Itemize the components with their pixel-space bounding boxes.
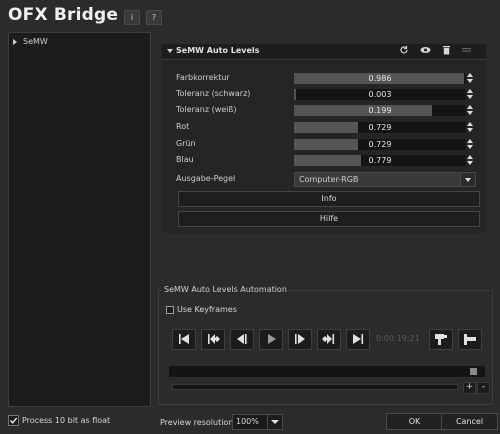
ok-button[interactable]: OK	[386, 413, 443, 430]
param-slider[interactable]: 0.003	[294, 89, 466, 100]
preview-resolution-select[interactable]: 100%	[232, 414, 270, 430]
increment-icon[interactable]	[467, 73, 473, 77]
previous-frame-button[interactable]	[230, 329, 254, 350]
param-slider[interactable]: 0.199	[294, 105, 466, 116]
next-keyframe-icon	[322, 334, 335, 344]
tree-item-semw[interactable]: SeMW	[13, 37, 48, 46]
param-slider[interactable]: 0.729	[294, 139, 466, 150]
decrement-icon[interactable]	[467, 79, 473, 83]
effect-panel-title: SeMW Auto Levels	[176, 46, 260, 55]
add-keyframe-button[interactable]	[429, 329, 453, 350]
decrement-icon[interactable]	[467, 161, 473, 165]
timeline-playhead[interactable]	[470, 368, 477, 375]
next-frame-icon	[295, 334, 305, 344]
increment-icon[interactable]	[467, 155, 473, 159]
decrement-icon[interactable]	[467, 111, 473, 115]
reset-icon[interactable]	[398, 45, 410, 57]
process-float-checkbox[interactable]	[8, 415, 19, 426]
collapse-arrow-icon[interactable]	[167, 49, 173, 53]
previous-keyframe-icon	[208, 334, 220, 344]
param-label: Grün	[176, 139, 196, 148]
preview-resolution-label: Preview resolution	[160, 418, 234, 427]
timecode-display: 0:00:19;21	[376, 334, 420, 343]
tree-item-label: SeMW	[23, 37, 48, 46]
info-button[interactable]: i	[124, 10, 140, 25]
param-label: Rot	[176, 122, 190, 131]
keyframe-interpolation-button[interactable]	[458, 329, 482, 350]
app-title: OFX Bridge	[8, 5, 119, 25]
param-label: Toleranz (weiß)	[176, 105, 237, 114]
increment-icon[interactable]	[467, 89, 473, 93]
play-icon	[268, 334, 276, 344]
decrement-icon[interactable]	[467, 95, 473, 99]
next-keyframe-button[interactable]	[317, 329, 341, 350]
output-level-label: Ausgabe-Pegel	[176, 174, 236, 183]
play-button[interactable]	[259, 329, 283, 350]
go-to-end-button[interactable]	[346, 329, 370, 350]
help-button[interactable]: ?	[146, 10, 162, 25]
increment-icon[interactable]	[467, 139, 473, 143]
param-slider[interactable]: 0.729	[294, 122, 466, 133]
drag-handle-icon[interactable]	[460, 45, 472, 57]
keyframe-interpolation-icon	[464, 334, 476, 345]
next-frame-button[interactable]	[288, 329, 312, 350]
info-panel-button[interactable]: Info	[178, 191, 480, 207]
process-float-label: Process 10 bit as float	[22, 416, 111, 425]
param-slider[interactable]: 0.779	[294, 155, 466, 166]
cancel-button[interactable]: Cancel	[441, 413, 498, 430]
keyframe-timeline[interactable]	[169, 366, 485, 377]
increment-icon[interactable]	[467, 105, 473, 109]
add-keyframe-icon	[435, 334, 447, 345]
effect-panel-header: SeMW Auto Levels	[162, 44, 486, 60]
param-slider[interactable]: 0.986	[294, 73, 466, 84]
timeline-scrollbar[interactable]	[172, 384, 458, 390]
delete-icon[interactable]	[440, 45, 452, 57]
zoom-out-button[interactable]: -	[477, 382, 490, 394]
previous-frame-icon	[237, 334, 247, 344]
param-label: Blau	[176, 155, 194, 164]
chevron-down-icon[interactable]	[460, 173, 475, 186]
go-to-start-button[interactable]	[172, 329, 196, 350]
go-to-start-icon	[179, 334, 189, 344]
chevron-down-icon[interactable]	[267, 414, 283, 430]
effect-panel: SeMW Auto Levels Farbkorrektur 0.986 Tol…	[162, 44, 486, 233]
param-label: Toleranz (schwarz)	[176, 89, 251, 98]
expand-arrow-icon[interactable]	[13, 38, 17, 45]
previous-keyframe-button[interactable]	[201, 329, 225, 350]
param-label: Farbkorrektur	[176, 73, 230, 82]
output-level-select[interactable]: Computer-RGB	[294, 172, 476, 187]
increment-icon[interactable]	[467, 122, 473, 126]
automation-title: SeMW Auto Levels Automation	[162, 285, 289, 294]
use-keyframes-checkbox[interactable]	[166, 306, 174, 314]
zoom-in-button[interactable]: +	[463, 382, 476, 394]
checkmark-icon	[9, 417, 18, 424]
go-to-end-icon	[353, 334, 364, 344]
plugin-tree: SeMW	[8, 32, 151, 407]
decrement-icon[interactable]	[467, 128, 473, 132]
visibility-eye-icon[interactable]	[419, 45, 431, 57]
decrement-icon[interactable]	[467, 145, 473, 149]
help-panel-button[interactable]: Hilfe	[178, 211, 480, 227]
use-keyframes-label: Use Keyframes	[177, 305, 237, 314]
